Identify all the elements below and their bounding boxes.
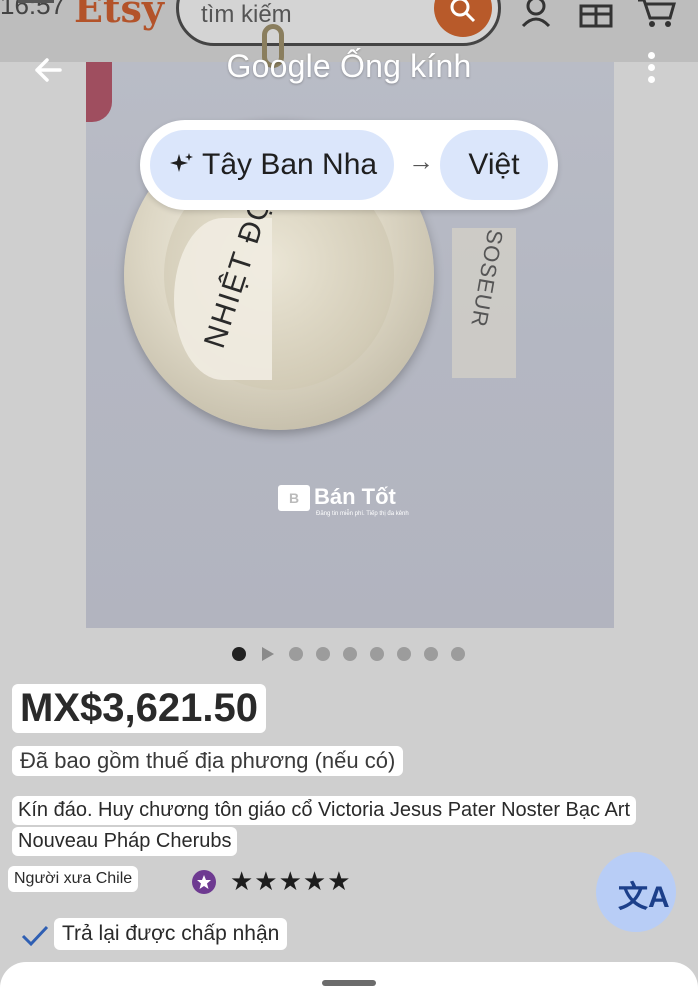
tax-note[interactable]: Đã bao gồm thuế địa phương (nếu có): [12, 746, 404, 776]
listing-price[interactable]: MX$3,621.50: [12, 684, 266, 733]
translate-language-chip: Tây Ban Nha → Việt: [140, 120, 558, 210]
translate-fab[interactable]: 文A: [596, 852, 676, 932]
search-icon: [450, 0, 476, 23]
listing-title-line[interactable]: Nouveau Pháp Cherubs: [12, 827, 238, 856]
watermark: B Bán Tốt Đăng tin miễn phí. Tiếp thị đa …: [278, 484, 409, 517]
lens-header: Google Ống kính: [0, 40, 698, 100]
star-seller-badge-icon: [192, 870, 216, 894]
watermark-text: Bán Tốt: [314, 484, 396, 509]
menu-icon[interactable]: [18, 0, 54, 20]
sparkle-icon: [170, 153, 193, 172]
listing-title: Kín đáo. Huy chương tôn giáo cổ Victoria…: [12, 796, 652, 858]
seller-name[interactable]: Người xưa Chile: [8, 866, 139, 892]
video-play-icon[interactable]: [262, 647, 274, 661]
target-language-button[interactable]: Việt: [440, 130, 548, 200]
sheet-drag-handle[interactable]: [322, 980, 376, 986]
source-language-button[interactable]: Tây Ban Nha: [150, 130, 394, 200]
lens-title: Google Ống kính: [226, 48, 472, 84]
pager-dot[interactable]: [451, 647, 465, 661]
pager-dot[interactable]: [289, 647, 303, 661]
etsy-logo: Etsy: [74, 0, 164, 31]
user-icon[interactable]: [520, 0, 552, 28]
returns-accepted[interactable]: Trả lại được chấp nhận: [54, 918, 288, 950]
watermark-logo: B: [278, 485, 310, 512]
watermark-subtext: Đăng tin miễn phí. Tiếp thị đa kênh: [316, 511, 409, 518]
pager-dot[interactable]: [397, 647, 411, 661]
pager-dot[interactable]: [232, 647, 246, 661]
pager-dot[interactable]: [316, 647, 330, 661]
pager-dot[interactable]: [343, 647, 357, 661]
pager-dot[interactable]: [370, 647, 384, 661]
cart-icon[interactable]: [636, 0, 676, 28]
gift-icon[interactable]: [578, 0, 614, 28]
pager-dot[interactable]: [424, 647, 438, 661]
translate-icon: 文A: [618, 881, 670, 914]
more-vert-icon[interactable]: [636, 52, 666, 88]
listing-title-line[interactable]: Kín đáo. Huy chương tôn giáo cổ Victoria…: [12, 796, 637, 825]
check-icon: [21, 925, 49, 947]
target-language-label: Việt: [468, 148, 520, 181]
search-button[interactable]: [434, 0, 492, 37]
source-language-label: Tây Ban Nha: [202, 148, 378, 181]
rating-stars: ★★★★★: [230, 866, 352, 896]
bottom-sheet[interactable]: [0, 962, 698, 1000]
arrow-right-icon: →: [408, 146, 434, 176]
